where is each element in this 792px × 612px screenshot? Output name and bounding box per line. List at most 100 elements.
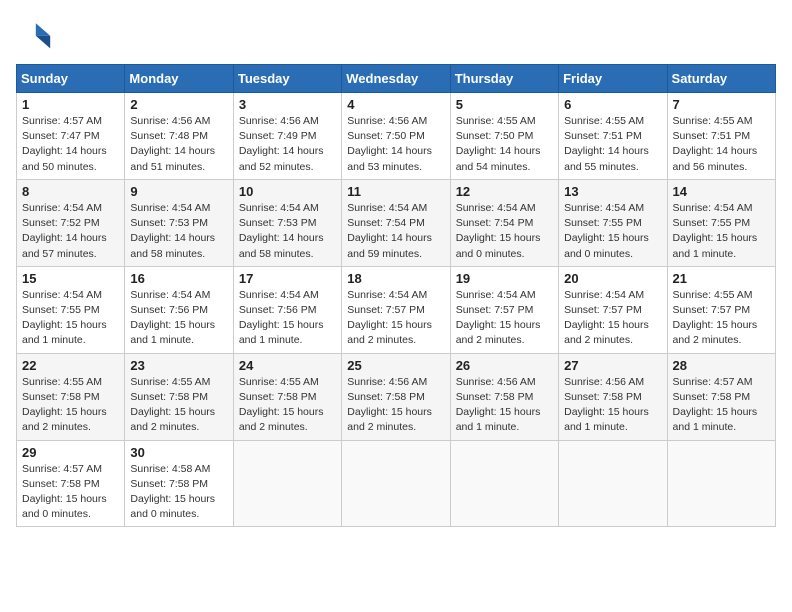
calendar-day-cell: 5 Sunrise: 4:55 AM Sunset: 7:50 PM Dayli… — [450, 93, 558, 180]
day-number: 4 — [347, 97, 444, 112]
calendar-day-header: Monday — [125, 65, 233, 93]
calendar-day-cell: 15 Sunrise: 4:54 AM Sunset: 7:55 PM Dayl… — [17, 266, 125, 353]
day-number: 25 — [347, 358, 444, 373]
day-info: Sunrise: 4:56 AM Sunset: 7:50 PM Dayligh… — [347, 114, 444, 175]
calendar-day-cell — [559, 440, 667, 527]
day-number: 22 — [22, 358, 119, 373]
day-info: Sunrise: 4:54 AM Sunset: 7:57 PM Dayligh… — [347, 288, 444, 349]
day-number: 21 — [673, 271, 770, 286]
day-info: Sunrise: 4:55 AM Sunset: 7:50 PM Dayligh… — [456, 114, 553, 175]
calendar-table: SundayMondayTuesdayWednesdayThursdayFrid… — [16, 64, 776, 527]
calendar-day-header: Thursday — [450, 65, 558, 93]
day-info: Sunrise: 4:55 AM Sunset: 7:57 PM Dayligh… — [673, 288, 770, 349]
day-number: 24 — [239, 358, 336, 373]
day-info: Sunrise: 4:55 AM Sunset: 7:51 PM Dayligh… — [564, 114, 661, 175]
calendar-header-row: SundayMondayTuesdayWednesdayThursdayFrid… — [17, 65, 776, 93]
day-info: Sunrise: 4:54 AM Sunset: 7:52 PM Dayligh… — [22, 201, 119, 262]
calendar-day-cell: 2 Sunrise: 4:56 AM Sunset: 7:48 PM Dayli… — [125, 93, 233, 180]
calendar-day-cell: 29 Sunrise: 4:57 AM Sunset: 7:58 PM Dayl… — [17, 440, 125, 527]
calendar-day-cell: 30 Sunrise: 4:58 AM Sunset: 7:58 PM Dayl… — [125, 440, 233, 527]
day-info: Sunrise: 4:54 AM Sunset: 7:57 PM Dayligh… — [564, 288, 661, 349]
day-info: Sunrise: 4:57 AM Sunset: 7:58 PM Dayligh… — [673, 375, 770, 436]
day-number: 18 — [347, 271, 444, 286]
day-number: 16 — [130, 271, 227, 286]
calendar-day-cell: 8 Sunrise: 4:54 AM Sunset: 7:52 PM Dayli… — [17, 179, 125, 266]
calendar-day-cell: 21 Sunrise: 4:55 AM Sunset: 7:57 PM Dayl… — [667, 266, 775, 353]
day-info: Sunrise: 4:57 AM Sunset: 7:47 PM Dayligh… — [22, 114, 119, 175]
calendar-day-cell: 10 Sunrise: 4:54 AM Sunset: 7:53 PM Dayl… — [233, 179, 341, 266]
day-info: Sunrise: 4:56 AM Sunset: 7:48 PM Dayligh… — [130, 114, 227, 175]
day-info: Sunrise: 4:56 AM Sunset: 7:49 PM Dayligh… — [239, 114, 336, 175]
day-number: 29 — [22, 445, 119, 460]
calendar-day-cell: 20 Sunrise: 4:54 AM Sunset: 7:57 PM Dayl… — [559, 266, 667, 353]
calendar-day-cell: 11 Sunrise: 4:54 AM Sunset: 7:54 PM Dayl… — [342, 179, 450, 266]
day-info: Sunrise: 4:55 AM Sunset: 7:58 PM Dayligh… — [239, 375, 336, 436]
calendar-week-row: 15 Sunrise: 4:54 AM Sunset: 7:55 PM Dayl… — [17, 266, 776, 353]
day-number: 2 — [130, 97, 227, 112]
day-info: Sunrise: 4:54 AM Sunset: 7:54 PM Dayligh… — [456, 201, 553, 262]
day-info: Sunrise: 4:56 AM Sunset: 7:58 PM Dayligh… — [456, 375, 553, 436]
day-number: 20 — [564, 271, 661, 286]
day-number: 19 — [456, 271, 553, 286]
day-number: 13 — [564, 184, 661, 199]
day-info: Sunrise: 4:54 AM Sunset: 7:55 PM Dayligh… — [564, 201, 661, 262]
day-number: 7 — [673, 97, 770, 112]
day-info: Sunrise: 4:57 AM Sunset: 7:58 PM Dayligh… — [22, 462, 119, 523]
calendar-day-cell: 25 Sunrise: 4:56 AM Sunset: 7:58 PM Dayl… — [342, 353, 450, 440]
calendar-day-header: Wednesday — [342, 65, 450, 93]
logo-icon — [16, 16, 52, 52]
day-info: Sunrise: 4:54 AM Sunset: 7:54 PM Dayligh… — [347, 201, 444, 262]
day-number: 26 — [456, 358, 553, 373]
calendar-day-cell: 16 Sunrise: 4:54 AM Sunset: 7:56 PM Dayl… — [125, 266, 233, 353]
day-info: Sunrise: 4:54 AM Sunset: 7:56 PM Dayligh… — [239, 288, 336, 349]
calendar-day-cell: 7 Sunrise: 4:55 AM Sunset: 7:51 PM Dayli… — [667, 93, 775, 180]
calendar-day-cell: 23 Sunrise: 4:55 AM Sunset: 7:58 PM Dayl… — [125, 353, 233, 440]
day-number: 27 — [564, 358, 661, 373]
day-info: Sunrise: 4:56 AM Sunset: 7:58 PM Dayligh… — [564, 375, 661, 436]
calendar-day-header: Saturday — [667, 65, 775, 93]
day-info: Sunrise: 4:54 AM Sunset: 7:53 PM Dayligh… — [130, 201, 227, 262]
calendar-day-cell: 22 Sunrise: 4:55 AM Sunset: 7:58 PM Dayl… — [17, 353, 125, 440]
day-number: 15 — [22, 271, 119, 286]
day-number: 6 — [564, 97, 661, 112]
day-info: Sunrise: 4:55 AM Sunset: 7:58 PM Dayligh… — [130, 375, 227, 436]
calendar-day-cell: 13 Sunrise: 4:54 AM Sunset: 7:55 PM Dayl… — [559, 179, 667, 266]
day-info: Sunrise: 4:55 AM Sunset: 7:51 PM Dayligh… — [673, 114, 770, 175]
day-info: Sunrise: 4:55 AM Sunset: 7:58 PM Dayligh… — [22, 375, 119, 436]
day-number: 14 — [673, 184, 770, 199]
page-header — [16, 16, 776, 52]
calendar-day-cell: 28 Sunrise: 4:57 AM Sunset: 7:58 PM Dayl… — [667, 353, 775, 440]
calendar-day-cell: 12 Sunrise: 4:54 AM Sunset: 7:54 PM Dayl… — [450, 179, 558, 266]
day-info: Sunrise: 4:54 AM Sunset: 7:53 PM Dayligh… — [239, 201, 336, 262]
calendar-week-row: 29 Sunrise: 4:57 AM Sunset: 7:58 PM Dayl… — [17, 440, 776, 527]
calendar-day-header: Sunday — [17, 65, 125, 93]
calendar-week-row: 8 Sunrise: 4:54 AM Sunset: 7:52 PM Dayli… — [17, 179, 776, 266]
calendar-day-header: Tuesday — [233, 65, 341, 93]
day-number: 11 — [347, 184, 444, 199]
day-number: 28 — [673, 358, 770, 373]
day-number: 23 — [130, 358, 227, 373]
calendar-day-cell: 24 Sunrise: 4:55 AM Sunset: 7:58 PM Dayl… — [233, 353, 341, 440]
calendar-day-cell: 4 Sunrise: 4:56 AM Sunset: 7:50 PM Dayli… — [342, 93, 450, 180]
calendar-day-cell: 14 Sunrise: 4:54 AM Sunset: 7:55 PM Dayl… — [667, 179, 775, 266]
day-number: 8 — [22, 184, 119, 199]
day-number: 17 — [239, 271, 336, 286]
day-number: 1 — [22, 97, 119, 112]
day-info: Sunrise: 4:56 AM Sunset: 7:58 PM Dayligh… — [347, 375, 444, 436]
calendar-week-row: 22 Sunrise: 4:55 AM Sunset: 7:58 PM Dayl… — [17, 353, 776, 440]
calendar-day-cell: 26 Sunrise: 4:56 AM Sunset: 7:58 PM Dayl… — [450, 353, 558, 440]
calendar-day-cell — [450, 440, 558, 527]
calendar-day-cell: 3 Sunrise: 4:56 AM Sunset: 7:49 PM Dayli… — [233, 93, 341, 180]
day-number: 3 — [239, 97, 336, 112]
calendar-day-header: Friday — [559, 65, 667, 93]
calendar-day-cell: 6 Sunrise: 4:55 AM Sunset: 7:51 PM Dayli… — [559, 93, 667, 180]
calendar-day-cell: 9 Sunrise: 4:54 AM Sunset: 7:53 PM Dayli… — [125, 179, 233, 266]
day-info: Sunrise: 4:54 AM Sunset: 7:56 PM Dayligh… — [130, 288, 227, 349]
day-number: 12 — [456, 184, 553, 199]
calendar-day-cell — [342, 440, 450, 527]
calendar-day-cell: 18 Sunrise: 4:54 AM Sunset: 7:57 PM Dayl… — [342, 266, 450, 353]
calendar-day-cell — [233, 440, 341, 527]
calendar-day-cell: 27 Sunrise: 4:56 AM Sunset: 7:58 PM Dayl… — [559, 353, 667, 440]
day-info: Sunrise: 4:54 AM Sunset: 7:57 PM Dayligh… — [456, 288, 553, 349]
calendar-day-cell — [667, 440, 775, 527]
